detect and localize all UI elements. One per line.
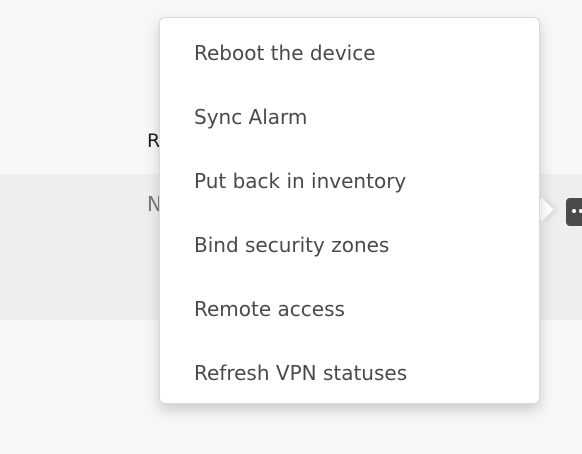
menu-item-reboot-device[interactable]: Reboot the device: [160, 21, 539, 85]
actions-dropdown-menu: Reboot the device Sync Alarm Put back in…: [159, 17, 540, 404]
menu-item-put-back-in-inventory[interactable]: Put back in inventory: [160, 149, 539, 213]
menu-item-bind-security-zones[interactable]: Bind security zones: [160, 213, 539, 277]
more-horizontal-icon: [572, 209, 576, 213]
menu-item-sync-alarm[interactable]: Sync Alarm: [160, 85, 539, 149]
row-actions-button[interactable]: [566, 198, 582, 226]
menu-item-remote-access[interactable]: Remote access: [160, 277, 539, 341]
menu-item-refresh-vpn-statuses[interactable]: Refresh VPN statuses: [160, 341, 539, 405]
menu-list: Reboot the device Sync Alarm Put back in…: [160, 21, 539, 405]
